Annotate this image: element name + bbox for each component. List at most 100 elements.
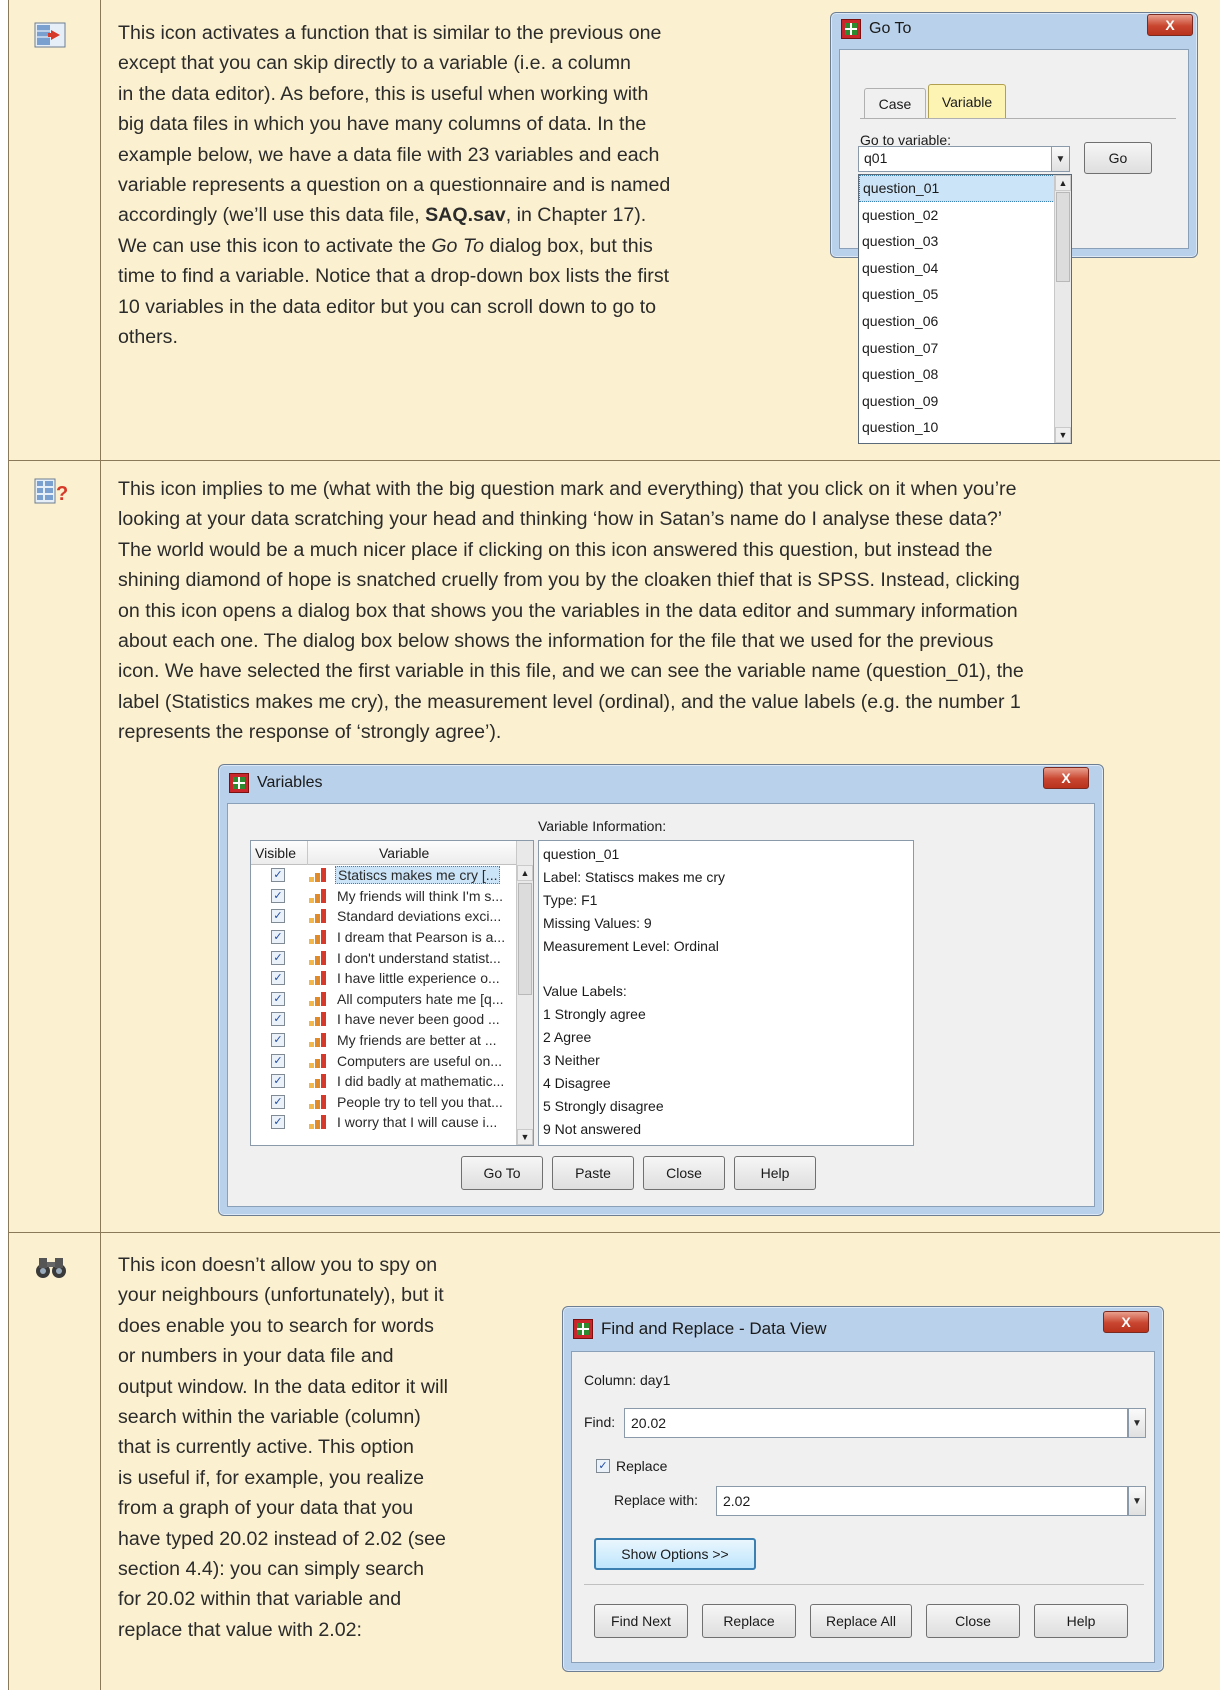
replace-with-input[interactable]: 2.02: [716, 1486, 1128, 1516]
scroll-down-icon[interactable]: ▼: [517, 1129, 533, 1145]
close-button[interactable]: X: [1147, 14, 1193, 36]
visible-checkbox[interactable]: ✓: [271, 1115, 285, 1130]
text-line: 10 variables in the data editor but you …: [118, 295, 657, 318]
find-input[interactable]: 20.02: [624, 1408, 1128, 1438]
visible-checkbox[interactable]: ✓: [271, 971, 285, 986]
variables-dialog: Variables X Variable Information: Visibl…: [218, 764, 1104, 1216]
text-line: variable represents a question on a ques…: [118, 174, 671, 197]
table-row[interactable]: ✓ My friends are better at ...: [251, 1030, 517, 1051]
table-row[interactable]: ✓ My friends will think I'm s...: [251, 886, 517, 907]
close-button[interactable]: X: [1103, 1311, 1149, 1333]
info-line: Label: Statiscs makes me cry: [543, 868, 726, 885]
dropdown-item[interactable]: question_06: [859, 308, 1055, 335]
table-row[interactable]: ✓ Statiscs makes me cry [...: [251, 865, 517, 886]
text-line: shining diamond of hope is snatched crue…: [118, 569, 1020, 592]
visible-checkbox[interactable]: ✓: [271, 991, 285, 1006]
variable-name: I worry that I will cause i...: [337, 1114, 498, 1131]
visible-checkbox[interactable]: ✓: [271, 1094, 285, 1109]
table-row[interactable]: ✓ People try to tell you that...: [251, 1092, 517, 1113]
variables-icon[interactable]: ?: [34, 478, 70, 504]
chevron-down-icon[interactable]: ▼: [1128, 1486, 1146, 1516]
chevron-down-icon[interactable]: ▼: [1128, 1408, 1146, 1438]
variable-dropdown-list[interactable]: question_01 question_02 question_03 questio…: [858, 174, 1072, 444]
close-dialog-button[interactable]: Close: [926, 1604, 1020, 1638]
go-to-button[interactable]: Go To: [461, 1156, 543, 1190]
variable-rows: ✓ Statiscs makes me cry [... ✓ My friends w…: [251, 865, 517, 1133]
scroll-thumb[interactable]: [518, 883, 532, 995]
variable-name: Standard deviations exci...: [337, 908, 502, 925]
info-line: [543, 957, 909, 980]
text-span: We can use this icon to activate the: [118, 234, 432, 257]
dropdown-item[interactable]: question_08: [859, 361, 1055, 388]
visible-checkbox[interactable]: ✓: [271, 950, 285, 965]
visible-checkbox[interactable]: ✓: [271, 1074, 285, 1089]
dropdown-item[interactable]: question_10: [859, 414, 1055, 441]
visible-checkbox[interactable]: ✓: [271, 909, 285, 924]
scroll-up-icon[interactable]: ▲: [517, 865, 533, 881]
file-name: SAQ.sav: [425, 204, 506, 227]
go-button[interactable]: Go: [1084, 142, 1152, 174]
dropdown-item[interactable]: question_02: [859, 202, 1055, 229]
info-line: 2 Agree: [543, 1029, 592, 1046]
binoculars-icon[interactable]: [34, 1254, 70, 1280]
text-line: except that you can skip directly to a v…: [118, 52, 631, 75]
info-line: Value Labels:: [543, 983, 627, 1000]
table-row[interactable]: ✓ I did badly at mathematic...: [251, 1071, 517, 1092]
scroll-thumb[interactable]: [1056, 192, 1070, 282]
table-row[interactable]: ✓ Standard deviations exci...: [251, 906, 517, 927]
tab-case[interactable]: Case: [864, 88, 926, 118]
replace-button[interactable]: Replace: [702, 1604, 796, 1638]
scroll-up-icon[interactable]: ▲: [1055, 175, 1071, 191]
ordinal-measure-icon: [309, 950, 331, 965]
table-row[interactable]: ✓ I don't understand statist...: [251, 947, 517, 968]
variable-name: My friends are better at ...: [337, 1032, 497, 1049]
visible-checkbox[interactable]: ✓: [271, 868, 285, 883]
table-row[interactable]: ✓ Computers are useful on...: [251, 1050, 517, 1071]
find-title-bar: Find and Replace - Data View: [573, 1319, 827, 1339]
help-button[interactable]: Help: [1034, 1604, 1128, 1638]
close-dialog-button[interactable]: Close: [643, 1156, 725, 1190]
column-header-variable[interactable]: Variable: [379, 845, 429, 861]
variable-list[interactable]: Visible Variable ✓ Statiscs makes me cry …: [250, 840, 534, 1146]
show-options-button[interactable]: Show Options >>: [594, 1538, 756, 1570]
close-button[interactable]: X: [1043, 767, 1089, 789]
find-next-button[interactable]: Find Next: [594, 1604, 688, 1638]
visible-checkbox[interactable]: ✓: [271, 1033, 285, 1048]
dropdown-items: question_01 question_02 question_03 questio…: [859, 175, 1071, 441]
dropdown-item[interactable]: question_03: [859, 228, 1055, 255]
visible-checkbox[interactable]: ✓: [271, 1053, 285, 1068]
help-button[interactable]: Help: [734, 1156, 816, 1190]
table-row[interactable]: ✓ All computers hate me [q...: [251, 989, 517, 1010]
goto-variable-input[interactable]: q01: [858, 146, 1052, 172]
replace-checkbox[interactable]: ✓: [596, 1459, 610, 1473]
dropdown-item[interactable]: question_04: [859, 255, 1055, 282]
dropdown-scrollbar[interactable]: ▲ ▼: [1054, 175, 1071, 443]
table-row[interactable]: ✓ I have never been good ...: [251, 1009, 517, 1030]
scroll-down-icon[interactable]: ▼: [1055, 427, 1071, 443]
variable-information-label: Variable Information:: [538, 818, 667, 834]
chevron-down-icon[interactable]: ▼: [1052, 146, 1070, 172]
go-to-variable-icon[interactable]: [34, 22, 70, 48]
table-row[interactable]: ✓ I have little experience o...: [251, 968, 517, 989]
visible-checkbox[interactable]: ✓: [271, 888, 285, 903]
visible-checkbox[interactable]: ✓: [271, 930, 285, 945]
variable-name: I have never been good ...: [337, 1011, 500, 1028]
column-header-visible[interactable]: Visible: [255, 845, 296, 861]
dropdown-item[interactable]: question_09: [859, 388, 1055, 415]
table-row[interactable]: ✓ I worry that I will cause i...: [251, 1112, 517, 1133]
text-line: others.: [118, 326, 178, 349]
visible-checkbox[interactable]: ✓: [271, 1012, 285, 1027]
variable-list-scrollbar[interactable]: ▲ ▼: [516, 841, 533, 1145]
spss-app-icon: [573, 1319, 593, 1339]
dropdown-item[interactable]: question_07: [859, 335, 1055, 362]
paste-button[interactable]: Paste: [552, 1156, 634, 1190]
info-line: Type: F1: [543, 891, 598, 908]
replace-all-button[interactable]: Replace All: [810, 1604, 912, 1638]
dropdown-item[interactable]: question_01: [859, 175, 1055, 202]
table-row[interactable]: ✓ I dream that Pearson is a...: [251, 927, 517, 948]
tab-variable[interactable]: Variable: [928, 84, 1006, 118]
dropdown-item[interactable]: question_05: [859, 281, 1055, 308]
ordinal-measure-icon: [309, 971, 331, 986]
replace-checkbox-row[interactable]: ✓ Replace: [596, 1458, 667, 1474]
text-line: represents the response of ‘strongly agr…: [118, 721, 502, 744]
